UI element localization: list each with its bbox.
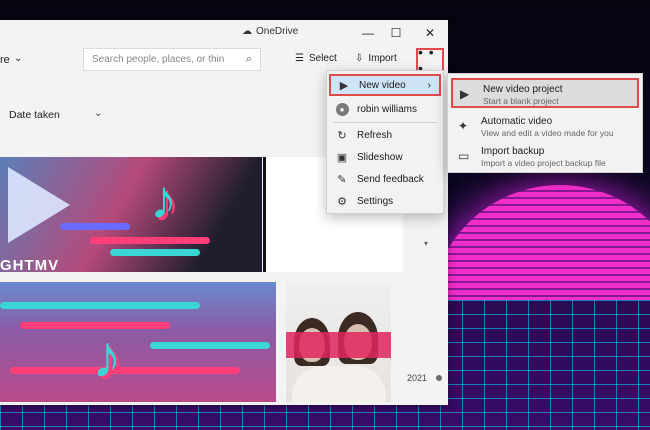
import-button[interactable]: ⇩ Import	[355, 53, 397, 64]
decor-stripe	[110, 249, 200, 256]
menu-item-account[interactable]: ● robin williams	[329, 98, 441, 120]
title-bar: ☁ OneDrive — ☐ ✕	[0, 20, 448, 46]
photo-thumbnail[interactable]: ♪	[0, 282, 276, 402]
menu-item-label: Send feedback	[357, 173, 424, 185]
submenu-item-description: Import a video project backup file	[481, 158, 606, 168]
onedrive-status[interactable]: ☁ OneDrive	[242, 26, 298, 37]
chevron-down-icon[interactable]: ⌄	[14, 53, 22, 64]
submenu-item-title: New video project	[483, 84, 563, 95]
thumbnail-brand-text: GHTMV	[0, 257, 60, 272]
close-icon: ✕	[424, 26, 436, 40]
timeline-marker[interactable]	[436, 375, 442, 381]
menu-item-label: robin williams	[357, 103, 418, 115]
menu-item-label: Settings	[357, 195, 394, 207]
menu-item-slideshow[interactable]: ▣ Slideshow	[329, 146, 441, 168]
photo-thumbnail[interactable]: ♪ GHTMV	[0, 157, 262, 272]
submenu-item-title: Automatic video	[481, 116, 553, 127]
import-icon: ⇩	[355, 53, 364, 64]
select-label: Select	[308, 53, 337, 64]
video-project-icon: ▶	[460, 87, 470, 101]
menu-item-label: Slideshow	[357, 151, 403, 163]
menu-item-label: New video	[359, 79, 406, 91]
music-note-icon: ♪	[150, 170, 177, 230]
menu-item-label: Refresh	[357, 129, 393, 141]
video-icon: ▶	[339, 79, 349, 92]
submenu-item-title: Import backup	[481, 146, 545, 157]
select-button[interactable]: ☰ Select	[295, 53, 337, 64]
new-video-submenu: ▶ New video project Start a blank projec…	[447, 73, 643, 173]
slideshow-icon: ▣	[336, 151, 348, 164]
chevron-right-icon: ›	[427, 79, 431, 91]
clothing	[292, 366, 386, 402]
refresh-icon: ↻	[337, 129, 347, 142]
magenta-band	[286, 332, 391, 358]
submenu-item-description: Start a blank project	[483, 96, 559, 106]
chevron-down-icon[interactable]: ▾	[424, 239, 428, 248]
submenu-item-new-video-project[interactable]: ▶ New video project Start a blank projec…	[451, 78, 639, 108]
feedback-icon: ✎	[337, 173, 347, 186]
search-input[interactable]: Search people, places, or thin ⌕	[83, 48, 261, 71]
cloud-icon: ☁	[242, 26, 252, 37]
close-button[interactable]: ✕	[417, 23, 443, 43]
submenu-item-automatic-video[interactable]: ✦ Automatic video View and edit a video …	[451, 112, 639, 142]
maximize-button[interactable]: ☐	[383, 23, 409, 43]
minimize-button[interactable]: —	[355, 23, 381, 43]
search-icon[interactable]: ⌕	[246, 53, 252, 66]
maximize-icon: ☐	[390, 26, 402, 40]
decor-stripe	[60, 223, 130, 230]
search-placeholder: Search people, places, or thin	[92, 54, 225, 65]
magic-wand-icon: ✦	[458, 119, 469, 133]
gear-icon: ⚙	[337, 195, 347, 208]
menu-divider	[333, 122, 437, 123]
menu-item-refresh[interactable]: ↻ Refresh	[329, 124, 441, 146]
play-shape	[8, 167, 70, 243]
submenu-item-import-backup[interactable]: ▭ Import backup Import a video project b…	[451, 142, 639, 172]
menu-item-send-feedback[interactable]: ✎ Send feedback	[329, 168, 441, 190]
menu-item-new-video[interactable]: ▶ New video ›	[329, 74, 441, 96]
onedrive-label: OneDrive	[256, 26, 299, 37]
checklist-icon: ☰	[295, 53, 304, 64]
sort-dropdown-label[interactable]: Date taken	[9, 109, 60, 121]
decor-stripe	[10, 367, 240, 374]
minimize-icon: —	[362, 26, 374, 40]
more-options-menu: ▶ New video › ● robin williams ↻ Refresh…	[326, 70, 444, 214]
music-note-icon: ♪	[92, 323, 122, 390]
photo-thumbnail[interactable]	[286, 282, 391, 402]
menu-item-settings[interactable]: ⚙ Settings	[329, 190, 441, 212]
import-label: Import	[368, 53, 397, 64]
chevron-down-icon[interactable]: ⌄	[94, 108, 102, 119]
decor-stripe	[150, 342, 270, 349]
decor-stripe	[90, 237, 210, 244]
timeline-year[interactable]: 2021	[407, 373, 427, 383]
more-options-button[interactable]: • • •	[416, 44, 444, 76]
decor-stripe	[0, 302, 200, 309]
archive-icon: ▭	[458, 149, 470, 163]
submenu-item-description: View and edit a video made for you	[481, 128, 614, 138]
person-icon: ●	[335, 102, 349, 116]
nav-dropdown-label[interactable]: re	[0, 54, 10, 66]
